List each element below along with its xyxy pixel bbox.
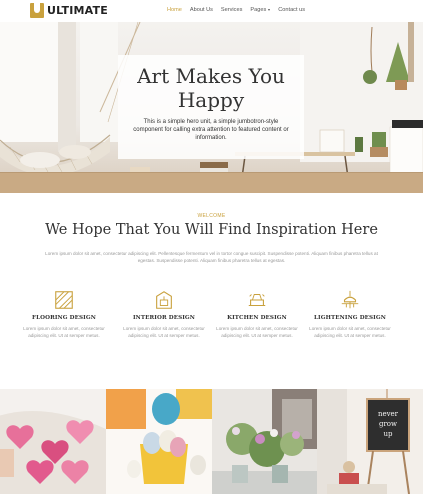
- feature-title: FLOORING DESIGN: [32, 315, 96, 321]
- feature-flooring: FLOORING DESIGN Lorem ipsum dolor sit am…: [19, 289, 109, 339]
- gallery-image-easter-eggs[interactable]: [105, 389, 212, 494]
- feature-description: Lorem ipsum dolor sit amet, consectetur …: [123, 326, 205, 338]
- lighting-icon: [341, 290, 359, 309]
- feature-description: Lorem ipsum dolor sit amet, consectetur …: [23, 326, 105, 338]
- feature-lighting: LIGHTENING DESIGN Lorem ipsum dolor sit …: [305, 289, 395, 339]
- feature-kitchen: KITCHEN DESIGN Lorem ipsum dolor sit ame…: [212, 289, 302, 339]
- feature-interior: INTERIOR DESIGN Lorem ipsum dolor sit am…: [119, 289, 209, 339]
- main-nav: Home About Us Services Pages Contact us: [159, 7, 305, 13]
- hearts-image: [0, 389, 106, 494]
- brand[interactable]: ULTIMATE: [30, 3, 108, 18]
- feature-description: Lorem ipsum dolor sit amet, consectetur …: [309, 326, 391, 338]
- nav-item-contact[interactable]: Contact us: [278, 7, 305, 13]
- gallery: never grow up: [0, 389, 423, 494]
- hero-text: This is a simple hero unit, a simple jum…: [133, 119, 289, 141]
- nav-item-services[interactable]: Services: [221, 7, 242, 13]
- feature-description: Lorem ipsum dolor sit amet, consectetur …: [216, 326, 298, 338]
- easter-eggs-image: [105, 389, 212, 494]
- nav-item-home[interactable]: Home: [167, 7, 182, 13]
- gallery-image-hearts[interactable]: [0, 389, 106, 494]
- gallery-image-chalkboard[interactable]: never grow up: [317, 389, 423, 494]
- nav-item-pages-label: Pages: [250, 7, 267, 13]
- kitchen-icon: [248, 294, 266, 307]
- feature-title: KITCHEN DESIGN: [227, 315, 287, 321]
- brand-logo-icon: [30, 3, 44, 18]
- feature-title: INTERIOR DESIGN: [132, 315, 196, 321]
- flooring-icon: [55, 291, 73, 309]
- brand-name: ULTIMATE: [47, 4, 108, 17]
- svg-text:up: up: [384, 430, 394, 438]
- interior-icon: [156, 291, 172, 309]
- svg-text:never: never: [378, 410, 399, 418]
- svg-text:grow: grow: [379, 420, 397, 428]
- hero: Art Makes You Happy This is a simple her…: [0, 22, 423, 193]
- section-eyebrow: WELCOME: [197, 213, 226, 219]
- flowers-image: [211, 389, 318, 494]
- nav-item-about[interactable]: About Us: [190, 7, 213, 13]
- feature-title: LIGHTENING DESIGN: [314, 315, 386, 321]
- gallery-image-flowers[interactable]: [211, 389, 318, 494]
- navbar: ULTIMATE Home About Us Services Pages Co…: [0, 0, 423, 22]
- section-title: We Hope That You Will Find Inspiration H…: [45, 222, 378, 238]
- chalkboard-image: never grow up: [317, 389, 423, 494]
- nav-item-pages[interactable]: Pages: [250, 7, 271, 13]
- hero-title: Art Makes You Happy: [137, 64, 285, 112]
- caret-down-icon: [268, 9, 271, 11]
- section-description: Lorem ipsum dolor sit amet, consectetur …: [45, 251, 378, 263]
